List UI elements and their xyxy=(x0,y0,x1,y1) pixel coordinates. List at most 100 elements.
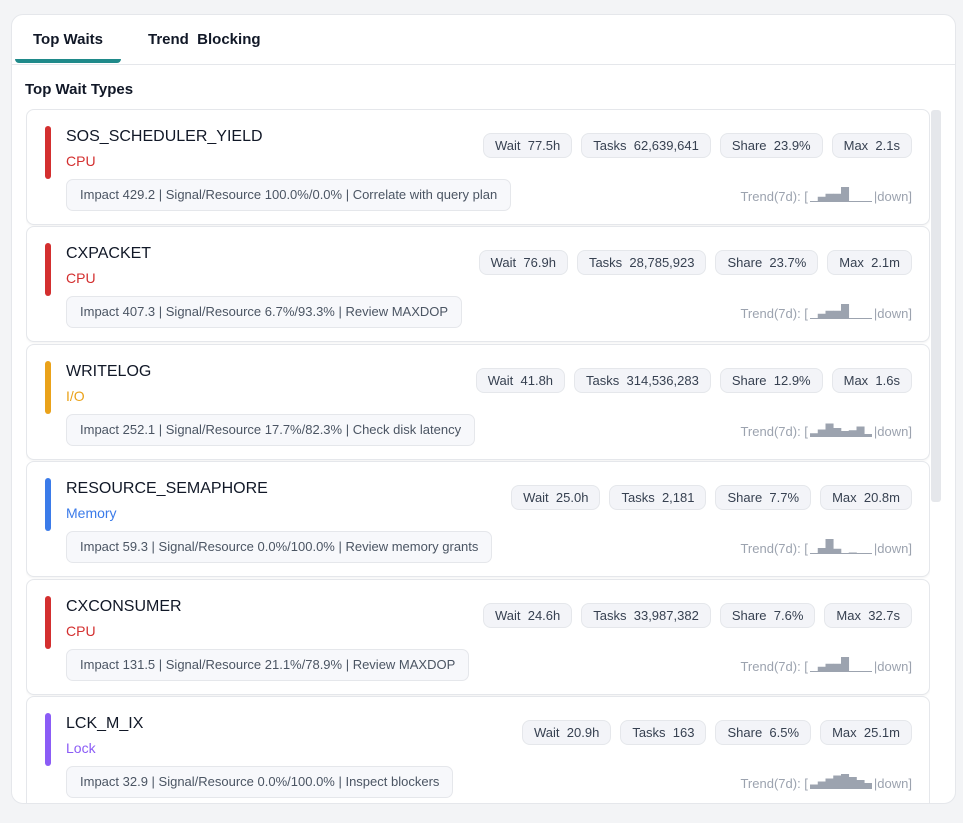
trend-bar xyxy=(809,553,818,554)
wait-card[interactable]: LCK_M_IX Lock Wait 20.9h Tasks 163 Share 6.5… xyxy=(26,696,930,803)
trend-bar xyxy=(809,318,818,319)
share-pill: Share 12.9% xyxy=(719,368,823,393)
trend-bar xyxy=(856,318,865,319)
impact-summary: Impact 32.9 | Signal/Resource 0.0%/100.0… xyxy=(66,766,454,798)
impact-summary: Impact 429.2 | Signal/Resource 100.0%/0.… xyxy=(66,179,512,211)
trend-label: Trend(7d): [ xyxy=(740,541,808,556)
wait-time-pill: Wait 76.9h xyxy=(478,250,568,275)
category-accent-bar xyxy=(45,126,51,179)
wait-time-pill: Wait 24.6h xyxy=(482,603,573,628)
trend-bar xyxy=(848,777,857,789)
metric-pills: Wait 25.0h Tasks 2,181 Share 7.7% Max 20.8m xyxy=(511,485,912,510)
trend-bar xyxy=(848,552,857,554)
metric-pills: Wait 76.9h Tasks 28,785,923 Share 23.7% Max… xyxy=(478,250,912,275)
trend-bar xyxy=(833,428,842,437)
tab-top-waits[interactable]: Top Waits xyxy=(33,31,103,48)
trend-bar xyxy=(825,539,834,554)
trend-bar xyxy=(840,657,849,672)
trend-7d: Trend(7d): [| down] xyxy=(740,186,912,204)
wait-time-pill: Wait 77.5h xyxy=(482,133,573,158)
trend-sparkline xyxy=(809,187,872,202)
category-accent-bar xyxy=(45,361,51,414)
wait-card[interactable]: RESOURCE_SEMAPHORE Memory Wait 25.0h Tasks … xyxy=(26,461,930,577)
trend-bar xyxy=(856,780,865,789)
share-pill: Share 23.9% xyxy=(719,133,823,158)
trend-bar xyxy=(848,671,857,672)
list-scrollbar[interactable] xyxy=(931,110,941,502)
trend-bar xyxy=(833,548,842,554)
wait-category: CPU xyxy=(66,270,96,286)
trend-bar xyxy=(833,193,842,202)
wait-category: Memory xyxy=(66,505,117,521)
trend-bar xyxy=(856,201,865,202)
wait-type-name: LCK_M_IX xyxy=(66,715,144,732)
wait-type-name: SOS_SCHEDULER_YIELD xyxy=(66,128,263,145)
trend-bar xyxy=(817,548,826,554)
trend-bar xyxy=(856,426,865,437)
trend-7d: Trend(7d): [| down] xyxy=(740,538,912,556)
trend-label: Trend(7d): [ xyxy=(740,776,808,791)
trend-direction: down] xyxy=(877,424,912,439)
trend-bar xyxy=(840,187,849,202)
share-pill: Share 7.6% xyxy=(719,603,816,628)
wait-category: Lock xyxy=(66,740,96,756)
trend-bar xyxy=(825,778,834,789)
trend-bar xyxy=(864,783,872,789)
tab-bar: Top Waits Trend Blocking xyxy=(12,15,955,65)
max-pill: Max 1.6s xyxy=(831,368,912,393)
trend-bar xyxy=(817,781,826,789)
tasks-pill: Tasks 314,536,283 xyxy=(574,368,711,393)
wait-category: CPU xyxy=(66,153,96,169)
trend-bar xyxy=(825,663,834,672)
trend-bar xyxy=(840,774,849,789)
category-accent-bar xyxy=(45,713,51,766)
tab-trend-blocking[interactable]: Trend Blocking xyxy=(148,31,261,48)
trend-bar xyxy=(817,429,826,437)
trend-bar xyxy=(833,775,842,789)
max-pill: Max 2.1m xyxy=(827,250,912,275)
wait-card[interactable]: CXPACKET CPU Wait 76.9h Tasks 28,785,923 Sha… xyxy=(26,226,930,342)
trend-bar xyxy=(833,310,842,319)
trend-bar xyxy=(856,671,865,672)
wait-card[interactable]: CXCONSUMER CPU Wait 24.6h Tasks 33,987,382 S… xyxy=(26,579,930,695)
trend-bar xyxy=(848,201,857,202)
wait-time-pill: Wait 20.9h xyxy=(522,720,612,745)
wait-type-list[interactable]: SOS_SCHEDULER_YIELD CPU Wait 77.5h Tasks 62… xyxy=(26,109,930,803)
trend-direction: down] xyxy=(877,306,912,321)
trend-label: Trend(7d): [ xyxy=(740,189,808,204)
trend-label: Trend(7d): [ xyxy=(740,306,808,321)
tasks-pill: Tasks 62,639,641 xyxy=(581,133,711,158)
trend-7d: Trend(7d): [| down] xyxy=(740,421,912,439)
trend-bar xyxy=(864,553,872,554)
metric-pills: Wait 24.6h Tasks 33,987,382 Share 7.6% Max … xyxy=(482,603,912,628)
max-pill: Max 32.7s xyxy=(824,603,912,628)
trend-7d: Trend(7d): [| down] xyxy=(740,303,912,321)
trend-label: Trend(7d): [ xyxy=(740,424,808,439)
impact-summary: Impact 252.1 | Signal/Resource 17.7%/82.… xyxy=(66,414,476,446)
wait-category: CPU xyxy=(66,623,96,639)
trend-bar xyxy=(840,553,849,554)
impact-summary: Impact 407.3 | Signal/Resource 6.7%/93.3… xyxy=(66,296,463,328)
trend-bar xyxy=(817,666,826,672)
wait-time-pill: Wait 25.0h xyxy=(511,485,601,510)
trend-bar xyxy=(840,431,849,437)
max-pill: Max 2.1s xyxy=(831,133,912,158)
tasks-pill: Tasks 33,987,382 xyxy=(581,603,711,628)
metric-pills: Wait 77.5h Tasks 62,639,641 Share 23.9% Max… xyxy=(482,133,912,158)
share-pill: Share 7.7% xyxy=(715,485,812,510)
trend-direction: down] xyxy=(877,776,912,791)
trend-bar xyxy=(864,201,872,202)
trend-sparkline xyxy=(809,423,872,437)
trend-7d: Trend(7d): [| down] xyxy=(740,773,912,791)
max-pill: Max 25.1m xyxy=(820,720,912,745)
wait-card[interactable]: WRITELOG I/O Wait 41.8h Tasks 314,536,283 Sh… xyxy=(26,344,930,460)
active-tab-indicator xyxy=(15,59,121,63)
wait-type-name: RESOURCE_SEMAPHORE xyxy=(66,480,268,497)
wait-type-name: WRITELOG xyxy=(66,363,152,380)
trend-bar xyxy=(809,433,818,437)
wait-category: I/O xyxy=(66,388,85,404)
trend-7d: Trend(7d): [| down] xyxy=(740,656,912,674)
trend-bar xyxy=(840,304,849,319)
section-title: Top Wait Types xyxy=(25,81,134,98)
wait-card[interactable]: SOS_SCHEDULER_YIELD CPU Wait 77.5h Tasks 62… xyxy=(26,109,930,225)
